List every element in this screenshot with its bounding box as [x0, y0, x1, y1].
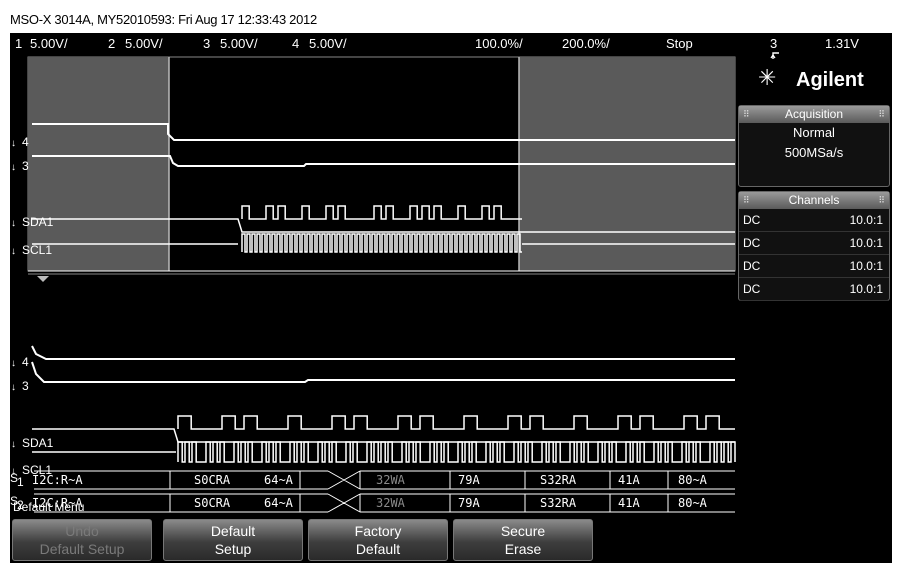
scl-ground-icon: ↓	[11, 246, 16, 257]
horizontal-delay[interactable]: 200.0%/	[562, 36, 610, 51]
trigger-position-marker	[37, 276, 49, 282]
channels-panel[interactable]: ⠿ Channels ⠿ DC 10.0:1 DC 10.0:1 DC 10.0:1 DC…	[738, 191, 890, 301]
acquisition-panel[interactable]: ⠿ Acquisition ⠿ Normal 500MSa/s	[738, 105, 890, 187]
softkey-line1: Secure	[500, 523, 546, 539]
bus-name-label: I2C:R~A	[32, 473, 83, 487]
bus-packet-label: 79A	[458, 473, 480, 487]
bus-packet-label: S32RA	[540, 473, 577, 487]
upper-label-ch4: 4	[22, 135, 29, 149]
channel-coupling: DC	[743, 236, 761, 250]
ch4-number[interactable]: 4	[292, 36, 299, 51]
softkey-line1: Factory	[354, 523, 402, 539]
bus-packet-label: 64~A	[264, 473, 294, 487]
bus-packet-label: 64~A	[264, 496, 294, 510]
lower-ch3-trace	[31, 361, 735, 383]
softkey-line2: Erase	[504, 541, 542, 557]
agilent-spark-icon: ✳	[758, 66, 777, 91]
zoom-shade-left	[28, 57, 169, 271]
trigger-level[interactable]: 1.31V	[825, 36, 859, 51]
acquisition-mode: Normal	[793, 125, 835, 140]
channel-row: DC 10.0:1	[739, 232, 889, 255]
status-bar: 1 5.00V/ 2 5.00V/ 3 5.00V/ 4 5.00V/ 100.…	[10, 33, 892, 64]
upper-label-scl1: SCL1	[22, 243, 52, 257]
serial-decode-rows: S1 I2C:R~A S0CRA 64~A 32WA 79A S32RA 41A 80~AS2 I…	[10, 470, 735, 513]
bus-packet-label: S32RA	[540, 496, 577, 510]
lower-ch4-trace	[31, 345, 735, 360]
brand-name: Agilent	[796, 69, 864, 91]
ch3-ground-icon: ↓	[11, 162, 16, 173]
channel-row: DC 10.0:1	[739, 278, 889, 301]
channel-row: DC 10.0:1	[739, 255, 889, 278]
ch1-number[interactable]: 1	[15, 36, 22, 51]
lower-scl1-trace	[177, 441, 736, 463]
bus-packet-label: 79A	[458, 496, 480, 510]
sda-ground-icon: ↓	[11, 218, 16, 229]
oscilloscope-display: 1 5.00V/ 2 5.00V/ 3 5.00V/ 4 5.00V/ 100.…	[10, 33, 892, 563]
lower-label-ch3: 3	[22, 379, 29, 393]
lower-label-ch4: 4	[22, 355, 29, 369]
channel-probe: 10.0:1	[849, 282, 883, 296]
lower-label-sda1: SDA1	[22, 436, 54, 450]
bus-packet-label: 32WA	[376, 473, 406, 487]
bus-packet-label: S0CRA	[194, 496, 231, 510]
lower-sda-ground-icon: ↓	[11, 439, 16, 450]
factory-default-softkey[interactable]: Factory Default	[308, 519, 448, 561]
channels-title: Channels	[788, 193, 840, 207]
channel-coupling: DC	[743, 259, 761, 273]
timebase-scale[interactable]: 100.0%/	[475, 36, 523, 51]
bus-packet-label: 41A	[618, 496, 640, 510]
undo-default-setup-softkey[interactable]: Undo Default Setup	[12, 519, 152, 561]
lower-sda1-trace	[177, 415, 735, 430]
ch3-scale[interactable]: 5.00V/	[220, 36, 258, 51]
softkey-line1: Undo	[65, 523, 99, 539]
bus-packet-label: 41A	[618, 473, 640, 487]
softkey-line2: Setup	[214, 541, 252, 557]
channel-row: DC 10.0:1	[739, 209, 889, 232]
run-state[interactable]: Stop	[666, 36, 693, 51]
softkey-line1: Default	[210, 523, 256, 539]
trigger-source[interactable]: 3	[770, 36, 777, 51]
ch3-number[interactable]: 3	[203, 36, 210, 51]
ch2-scale[interactable]: 5.00V/	[125, 36, 163, 51]
bus-row-subscript: 1	[17, 475, 24, 489]
bus-packet-label: S0CRA	[194, 473, 231, 487]
ch2-number[interactable]: 2	[108, 36, 115, 51]
sample-rate: 500MSa/s	[784, 145, 844, 160]
channel-probe: 10.0:1	[849, 236, 883, 250]
ch4-scale[interactable]: 5.00V/	[309, 36, 347, 51]
default-setup-softkey[interactable]: Default Setup	[163, 519, 303, 561]
upper-label-sda1: SDA1	[22, 215, 54, 229]
channel-probe: 10.0:1	[849, 213, 883, 227]
ch4-ground-icon: ↓	[11, 138, 16, 149]
screenshot-caption: MSO-X 3014A, MY52010593: Fri Aug 17 12:3…	[10, 12, 317, 27]
upper-label-ch3: 3	[22, 159, 29, 173]
secure-erase-softkey[interactable]: Secure Erase	[453, 519, 593, 561]
channel-coupling: DC	[743, 213, 761, 227]
lower-ch4-ground-icon: ↓	[11, 358, 16, 369]
softkey-line2: Default	[355, 541, 401, 557]
channel-coupling: DC	[743, 282, 761, 296]
waveform-area[interactable]: ↓ 4 ↓ 3 ↓ SDA1 ↓ SCL1 ↓ 4 ↓ 3 ↓ SDA1 ↓ S…	[10, 54, 736, 518]
softkey-line2: Default Setup	[39, 541, 125, 557]
bus-packet-label: 80~A	[678, 496, 708, 510]
bus-packet-label: 80~A	[678, 473, 708, 487]
menu-title: Default Menu	[13, 500, 85, 514]
acquisition-title: Acquisition	[784, 107, 844, 121]
lower-ch3-ground-icon: ↓	[11, 382, 16, 393]
bus-packet-label: 32WA	[376, 496, 406, 510]
channel-probe: 10.0:1	[849, 259, 883, 273]
agilent-logo: ✳ Agilent	[738, 59, 888, 103]
ch1-scale[interactable]: 5.00V/	[30, 36, 68, 51]
